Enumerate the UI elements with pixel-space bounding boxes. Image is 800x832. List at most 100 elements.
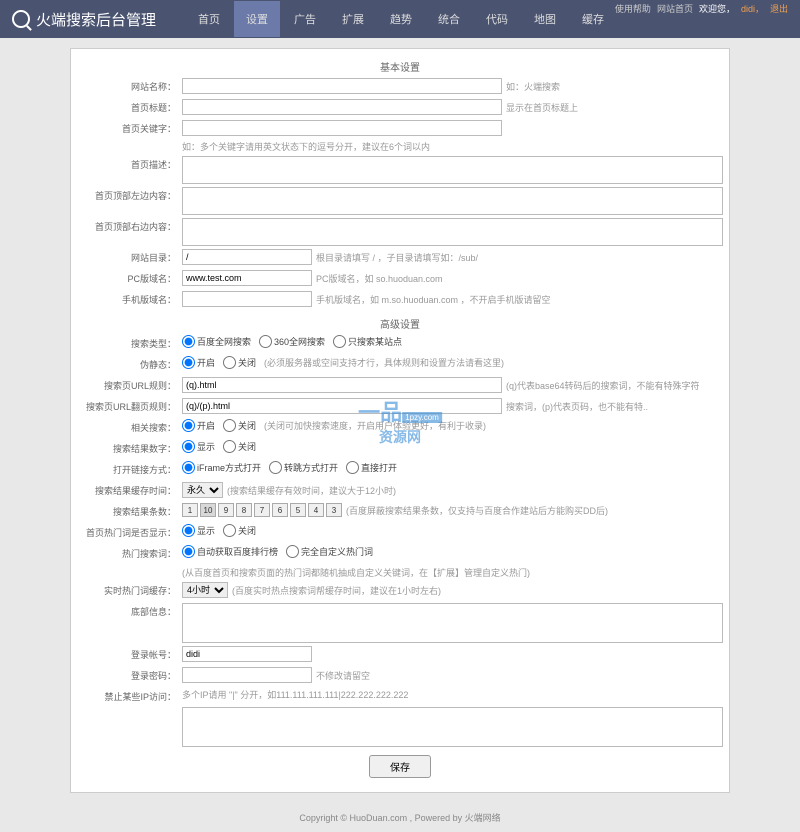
footer: Copyright © HuoDuan.com , Powered by 火端网… <box>0 803 800 832</box>
radio-option[interactable]: 百度全网搜索 <box>182 335 251 348</box>
hint: (关闭可加快搜索速度，开启用户体验更好，有利于收录) <box>264 419 486 432</box>
label-hot-display: 首页热门词是否显示： <box>77 524 182 539</box>
radio-off[interactable]: 关闭 <box>223 356 256 369</box>
radio-option[interactable]: 直接打开 <box>346 461 397 474</box>
radio-option[interactable]: 完全自定义热门词 <box>286 545 373 558</box>
hint: (百度实时热点搜索词帮缓存时间，建议在1小时左右) <box>232 584 441 597</box>
home-link[interactable]: 网站首页 <box>657 2 693 15</box>
hint: (q)代表base64转码后的搜索词，不能有特殊字符 <box>506 379 700 392</box>
hint: PC版域名，如 so.huoduan.com <box>316 272 443 285</box>
radio-hide[interactable]: 关闭 <box>223 440 256 453</box>
label-url-rule2: 搜索页URL翻页规则： <box>77 398 182 413</box>
nav-item-2[interactable]: 广告 <box>282 1 328 37</box>
num-button[interactable]: 7 <box>254 503 270 517</box>
nav-item-5[interactable]: 统合 <box>426 1 472 37</box>
radio-hide[interactable]: 关闭 <box>223 524 256 537</box>
num-button[interactable]: 3 <box>326 503 342 517</box>
label-hot-cache: 实时热门词缓存： <box>77 582 182 597</box>
label-related: 相关搜索： <box>77 419 182 434</box>
radio-option[interactable]: iFrame方式打开 <box>182 461 261 474</box>
welcome-text: 欢迎您， <box>699 2 735 15</box>
radio-off[interactable]: 关闭 <box>223 419 256 432</box>
nav-item-6[interactable]: 代码 <box>474 1 520 37</box>
ban-ip-textarea[interactable] <box>182 707 723 747</box>
label-site-name: 网站名称： <box>77 78 182 93</box>
label-open-mode: 打开链接方式： <box>77 461 182 476</box>
hint: 根目录请填写 / ，子目录请填写如：/sub/ <box>316 251 478 264</box>
url-rule2-input[interactable] <box>182 398 502 414</box>
num-button[interactable]: 6 <box>272 503 288 517</box>
radio-option[interactable]: 只搜索某站点 <box>333 335 402 348</box>
app-title: 火端搜索后台管理 <box>36 9 156 30</box>
topbar: 使用帮助 网站首页 欢迎您， didi， 退出 <box>615 2 788 15</box>
keywords-input[interactable] <box>182 120 502 136</box>
radio-on[interactable]: 开启 <box>182 419 215 432</box>
label-home-title: 首页标题： <box>77 99 182 114</box>
num-button[interactable]: 8 <box>236 503 252 517</box>
num-button[interactable]: 9 <box>218 503 234 517</box>
hint: 不修改请留空 <box>316 669 370 682</box>
label-search-type: 搜索类型： <box>77 335 182 350</box>
save-button[interactable]: 保存 <box>369 755 431 778</box>
label-keywords: 首页关键字： <box>77 120 182 135</box>
label-login-user: 登录帐号： <box>77 646 182 661</box>
radio-show[interactable]: 显示 <box>182 524 215 537</box>
home-title-input[interactable] <box>182 99 502 115</box>
site-name-input[interactable] <box>182 78 502 94</box>
nav-item-1[interactable]: 设置 <box>234 1 280 37</box>
label-hot-source: 热门搜索词： <box>77 545 182 560</box>
section-advanced: 高级设置 <box>77 312 723 335</box>
radio-option[interactable]: 自动获取百度排行榜 <box>182 545 278 558</box>
label-site-dir: 网站目录： <box>77 249 182 264</box>
label-top-left: 首页顶部左边内容： <box>77 187 182 202</box>
radio-show[interactable]: 显示 <box>182 440 215 453</box>
hot-cache-select[interactable]: 4小时 <box>182 582 228 598</box>
hint: (必须服务器或空间支持才行，具体规则和设置方法请看这里) <box>264 356 504 369</box>
top-right-textarea[interactable] <box>182 218 723 246</box>
top-left-textarea[interactable] <box>182 187 723 215</box>
num-button[interactable]: 1 <box>182 503 198 517</box>
hint: 搜索词，(p)代表页码，也不能有特.. <box>506 400 648 413</box>
pc-domain-input[interactable] <box>182 270 312 286</box>
radio-option[interactable]: 360全网搜索 <box>259 335 325 348</box>
label-pc-domain: PC版域名： <box>77 270 182 285</box>
hint: 如：火端搜索 <box>506 80 560 93</box>
login-pass-input[interactable] <box>182 667 312 683</box>
label-login-pass: 登录密码： <box>77 667 182 682</box>
num-button[interactable]: 4 <box>308 503 324 517</box>
desc-textarea[interactable] <box>182 156 723 184</box>
bottom-info-textarea[interactable] <box>182 603 723 643</box>
nav-item-7[interactable]: 地图 <box>522 1 568 37</box>
nav-item-0[interactable]: 首页 <box>186 1 232 37</box>
nav-item-8[interactable]: 缓存 <box>570 1 616 37</box>
mobile-domain-input[interactable] <box>182 291 312 307</box>
help-link[interactable]: 使用帮助 <box>615 2 651 15</box>
label-desc: 首页描述： <box>77 156 182 171</box>
logo: 火端搜索后台管理 <box>12 9 156 30</box>
label-result-per: 搜索结果条数： <box>77 503 182 518</box>
header: 火端搜索后台管理 首页设置广告扩展趋势统合代码地图缓存 使用帮助 网站首页 欢迎… <box>0 0 800 38</box>
main-nav: 首页设置广告扩展趋势统合代码地图缓存 <box>186 1 616 37</box>
site-dir-input[interactable] <box>182 249 312 265</box>
hint: 显示在首页标题上 <box>506 101 578 114</box>
label-cache-time: 搜索结果缓存时间： <box>77 482 182 497</box>
login-user-input[interactable] <box>182 646 312 662</box>
num-button[interactable]: 10 <box>200 503 216 517</box>
nav-item-3[interactable]: 扩展 <box>330 1 376 37</box>
radio-on[interactable]: 开启 <box>182 356 215 369</box>
label-top-right: 首页顶部右边内容： <box>77 218 182 233</box>
hint: 多个IP请用 "|" 分开，如111.111.111.111|222.222.2… <box>182 688 408 701</box>
label-mobile-domain: 手机版域名： <box>77 291 182 306</box>
footer-link[interactable]: HuoDuan.com <box>350 813 408 823</box>
hint: 手机版域名，如 m.so.huoduan.com ，不开启手机版请留空 <box>316 293 551 306</box>
cache-time-select[interactable]: 永久 <box>182 482 223 498</box>
label-ban-ip: 禁止某些IP访问： <box>77 688 182 703</box>
logout-link[interactable]: 退出 <box>770 2 788 15</box>
username: didi， <box>741 2 764 15</box>
radio-option[interactable]: 转跳方式打开 <box>269 461 338 474</box>
url-rule-input[interactable] <box>182 377 502 393</box>
nav-item-4[interactable]: 趋势 <box>378 1 424 37</box>
num-button[interactable]: 5 <box>290 503 306 517</box>
num-buttons: 1109876543 <box>182 503 342 517</box>
label-bottom-info: 底部信息： <box>77 603 182 618</box>
